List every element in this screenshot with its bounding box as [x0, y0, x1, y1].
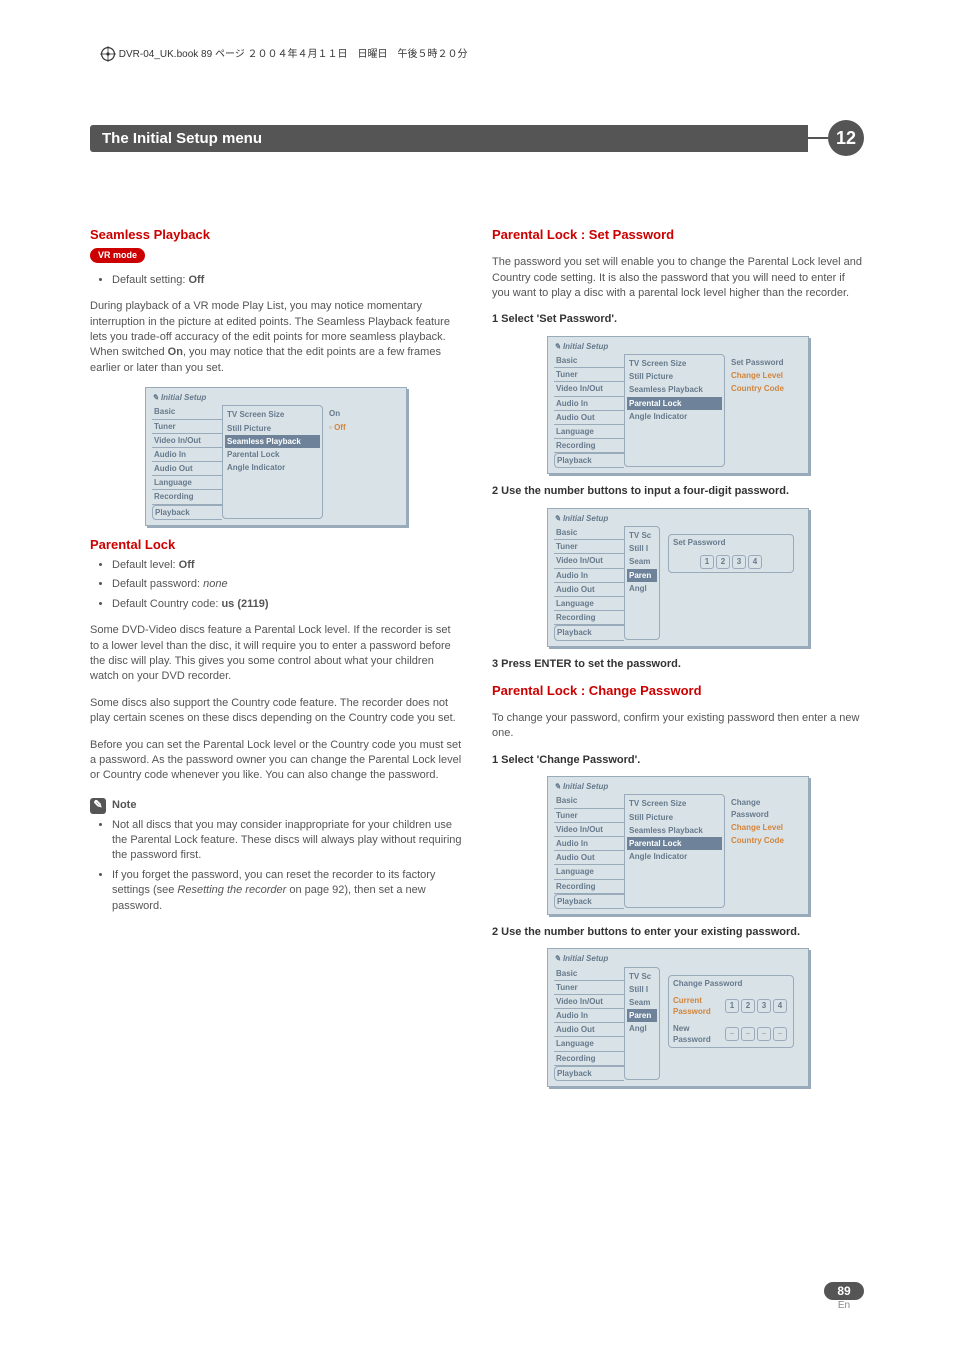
section-parental-lock: Parental Lock [90, 536, 462, 554]
page-number: 89 [824, 1282, 864, 1300]
step-press-enter: 3 Press ENTER to set the password. [492, 657, 864, 672]
pin-new[interactable]: –––– [723, 1026, 789, 1042]
set-password-desc: The password you set will enable you to … [492, 255, 864, 301]
pin-input[interactable]: 1234 [698, 554, 764, 570]
chapter-connector [808, 137, 828, 139]
parental-desc-2: Some discs also support the Country code… [90, 696, 462, 727]
menu-set-password-dialog: ✎ Initial Setup Basic Tuner Video In/Out… [547, 508, 809, 647]
step-select-change-password: 1 Select 'Change Password'. [492, 753, 864, 768]
right-column: Parental Lock : Set Password The passwor… [492, 216, 864, 1097]
doc-path-header: DVR-04_UK.book 89 ページ ２００４年４月１１日 日曜日 午後５… [100, 45, 468, 62]
parental-desc-3: Before you can set the Parental Lock lev… [90, 738, 462, 784]
pin-current[interactable]: 1234 [723, 998, 789, 1014]
chapter-number: 12 [828, 120, 864, 156]
left-column: Seamless Playback VR mode Default settin… [90, 216, 462, 1097]
menu-seamless: ✎ Initial Setup Basic Tuner Video In/Out… [145, 387, 407, 526]
section-change-password: Parental Lock : Change Password [492, 682, 864, 700]
step-select-set-password: 1 Select 'Set Password'. [492, 312, 864, 327]
section-seamless-playback: Seamless Playback [90, 226, 462, 244]
menu-icon: ✎ [554, 514, 561, 523]
default-password-item: Default password: none [112, 577, 462, 592]
default-level-item: Default level: Off [112, 558, 462, 573]
menu-icon: ✎ [152, 393, 159, 402]
seamless-desc: During playback of a VR mode Play List, … [90, 299, 462, 376]
menu-change-password-dialog: ✎ Initial Setup Basic Tuner Video In/Out… [547, 948, 809, 1087]
menu-icon: ✎ [554, 954, 561, 963]
chapter-header: The Initial Setup menu 12 [90, 120, 864, 156]
menu-icon: ✎ [554, 342, 561, 351]
note-item-2: If you forget the password, you can rese… [112, 868, 462, 914]
register-mark-icon [100, 46, 116, 62]
menu-change-password: ✎ Initial Setup Basic Tuner Video In/Out… [547, 776, 809, 915]
page-lang: En [824, 1300, 864, 1311]
note-label: Note [112, 798, 136, 813]
note-item-1: Not all discs that you may consider inap… [112, 818, 462, 864]
page-number-badge: 89 En [824, 1282, 864, 1311]
parental-desc-1: Some DVD-Video discs feature a Parental … [90, 623, 462, 685]
chapter-title: The Initial Setup menu [90, 125, 808, 152]
default-country-item: Default Country code: us (2119) [112, 597, 462, 612]
note-icon: ✎ [90, 798, 106, 814]
change-password-desc: To change your password, confirm your ex… [492, 711, 864, 742]
section-set-password: Parental Lock : Set Password [492, 226, 864, 244]
step-input-password: 2 Use the number buttons to input a four… [492, 484, 864, 499]
menu-icon: ✎ [554, 782, 561, 791]
menu-set-password: ✎ Initial Setup Basic Tuner Video In/Out… [547, 336, 809, 475]
vr-mode-badge: VR mode [90, 248, 145, 263]
doc-path-text: DVR-04_UK.book 89 ページ ２００４年４月１１日 日曜日 午後５… [119, 49, 468, 60]
default-setting-item: Default setting: Off [112, 273, 462, 288]
step-enter-existing: 2 Use the number buttons to enter your e… [492, 925, 864, 940]
